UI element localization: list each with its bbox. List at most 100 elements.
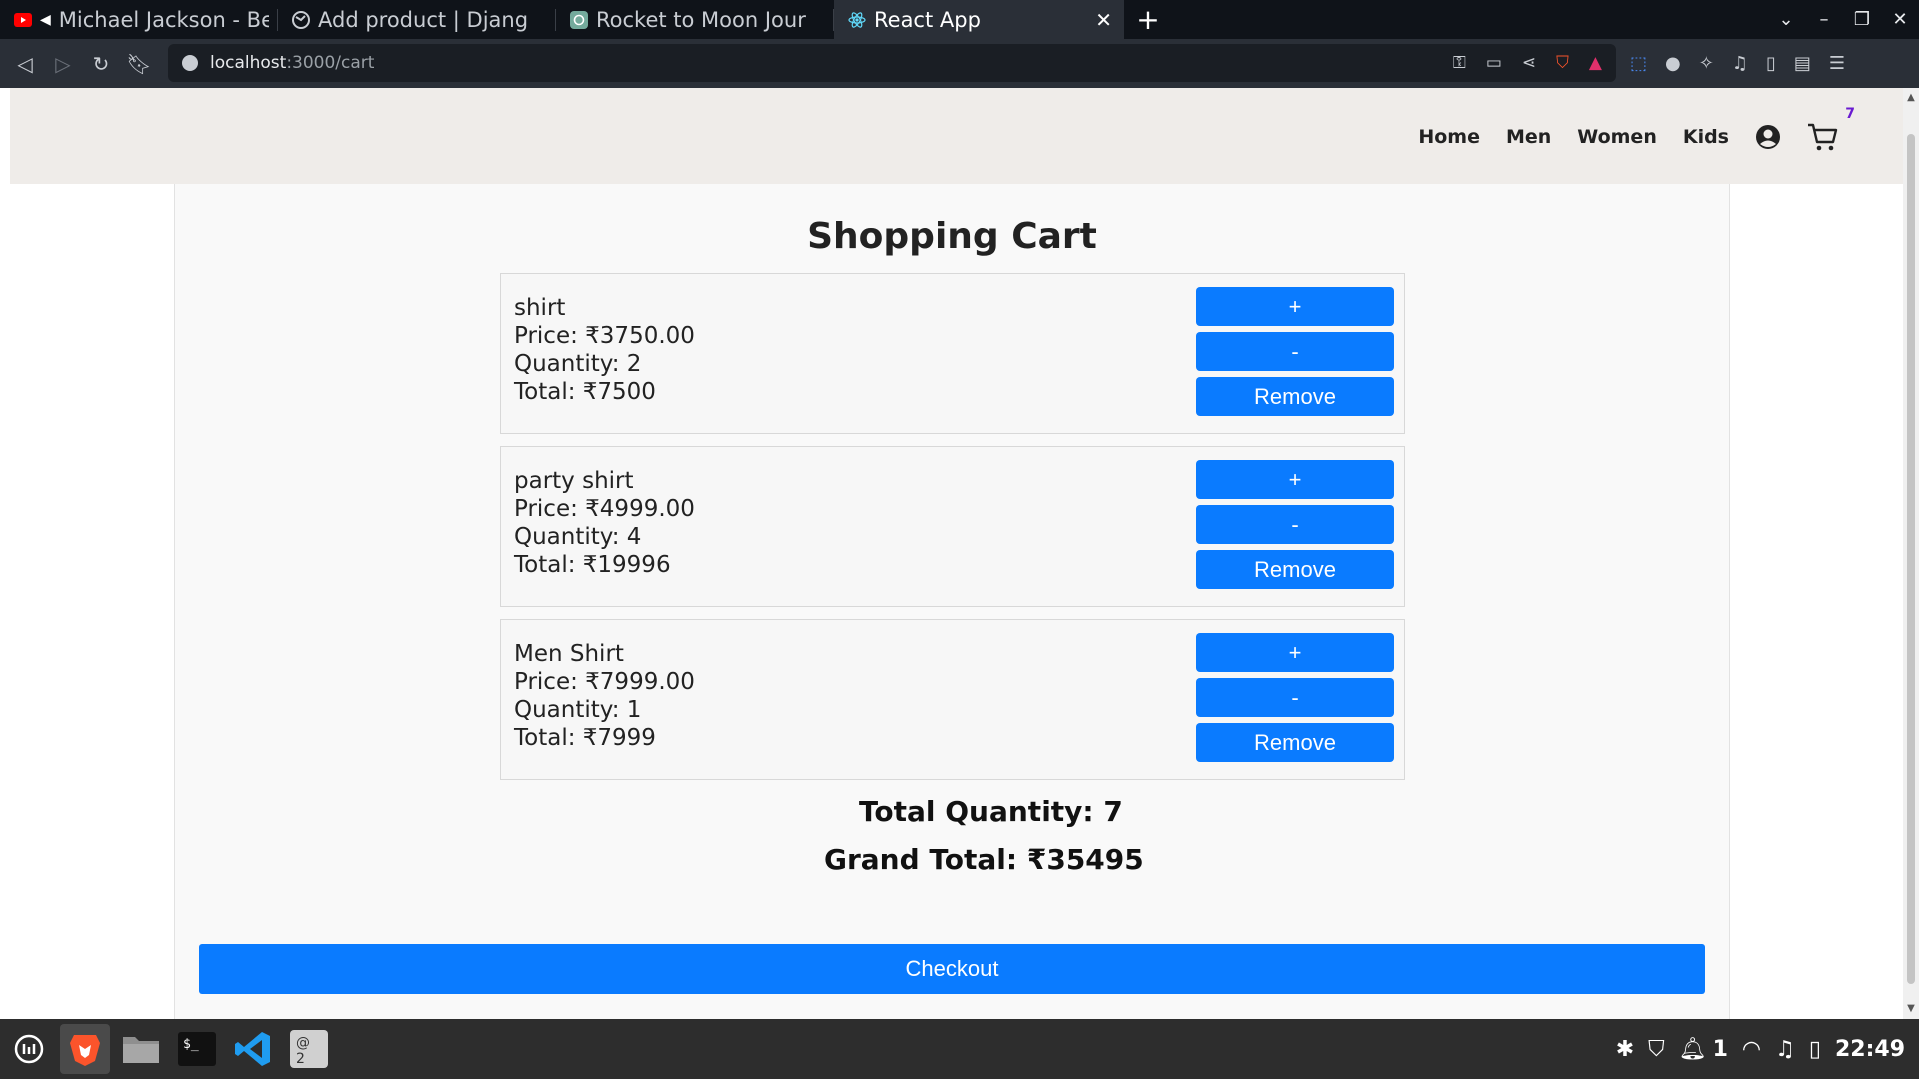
remove-item-button[interactable]: Remove xyxy=(1196,550,1394,589)
cart-count-badge: 7 xyxy=(1845,106,1855,122)
item-name: party shirt xyxy=(514,468,634,494)
extension-mouse-icon[interactable]: ● xyxy=(1665,53,1681,74)
key-icon[interactable]: ⚿ xyxy=(1453,53,1466,73)
scroll-up-icon[interactable]: ▲ xyxy=(1903,90,1919,106)
item-price: Price: ₹7999.00 xyxy=(514,669,695,695)
user-account-icon[interactable] xyxy=(1755,124,1781,150)
close-tab-icon[interactable]: ✕ xyxy=(1095,8,1112,32)
nav-women-link[interactable]: Women xyxy=(1577,126,1657,148)
item-total: Total: ₹19996 xyxy=(514,552,671,578)
window-controls: ⌄ – ❐ ✕ xyxy=(1767,0,1919,39)
decrease-quantity-button[interactable]: - xyxy=(1196,678,1394,717)
share-icon[interactable]: ⋖ xyxy=(1522,53,1536,73)
os-taskbar: $_ @2 ✱ ⛉ 🔔︎ 1 ◠ ♫ ▯ 22:49 xyxy=(0,1019,1919,1079)
clock[interactable]: 22:49 xyxy=(1835,1037,1905,1062)
file-manager-icon[interactable] xyxy=(116,1024,166,1074)
terminal-icon[interactable]: $_ xyxy=(172,1024,222,1074)
bookmark-icon[interactable]: 🔖︎ xyxy=(120,45,158,83)
nav-links: Home Men Women Kids 7 xyxy=(1418,106,1855,152)
cart-item: Men Shirt Price: ₹7999.00 Quantity: 1 To… xyxy=(500,619,1405,780)
nav-men-link[interactable]: Men xyxy=(1506,126,1551,148)
cart-content: Shopping Cart shirt Price: ₹3750.00 Quan… xyxy=(174,184,1730,1019)
close-window-icon[interactable]: ✕ xyxy=(1881,0,1919,39)
item-quantity: Quantity: 2 xyxy=(514,351,642,377)
decrease-quantity-button[interactable]: - xyxy=(1196,332,1394,371)
extensions-puzzle-icon[interactable]: ✧ xyxy=(1699,53,1714,74)
tab-michael-jackson[interactable]: ◀ Michael Jackson - Bea xyxy=(0,0,278,39)
shopping-cart-icon xyxy=(1808,123,1838,151)
url-text[interactable]: localhost:3000/cart xyxy=(210,53,374,73)
decrease-quantity-button[interactable]: - xyxy=(1196,505,1394,544)
restore-icon[interactable]: ❐ xyxy=(1843,0,1881,39)
address-bar[interactable]: localhost:3000/cart ⚿ ▭ ⋖ ⛉ ▲ xyxy=(168,44,1616,82)
notification-count: 1 xyxy=(1712,1036,1728,1062)
total-quantity: Total Quantity: 7 xyxy=(859,795,1123,828)
item-name: Men Shirt xyxy=(514,641,624,667)
increase-quantity-button[interactable]: + xyxy=(1196,633,1394,672)
item-actions: + - Remove xyxy=(1196,287,1394,416)
brave-browser-icon[interactable] xyxy=(60,1024,110,1074)
increase-quantity-button[interactable]: + xyxy=(1196,287,1394,326)
increase-quantity-button[interactable]: + xyxy=(1196,460,1394,499)
reload-icon[interactable]: ↻ xyxy=(82,45,120,83)
minimize-icon[interactable]: – xyxy=(1805,0,1843,39)
email-client-icon[interactable]: @2 xyxy=(284,1024,334,1074)
sidebar-icon[interactable]: ▯ xyxy=(1766,53,1776,74)
new-tab-button[interactable]: + xyxy=(1124,0,1172,39)
browser-toolbar: ◁ ▷ ↻ 🔖︎ localhost:3000/cart ⚿ ▭ ⋖ ⛉ ▲ ⬚… xyxy=(0,39,1919,88)
cart-item: party shirt Price: ₹4999.00 Quantity: 4 … xyxy=(500,446,1405,607)
svg-text:$_: $_ xyxy=(183,1037,199,1052)
wifi-icon[interactable]: ◠ xyxy=(1742,1037,1761,1062)
notifications-icon[interactable]: 🔔︎ 1 xyxy=(1679,1037,1728,1062)
brave-shield-icon[interactable]: ⛉ xyxy=(1556,53,1569,73)
page-scrollbar[interactable]: ▲ ▼ xyxy=(1903,88,1919,1019)
item-quantity: Quantity: 1 xyxy=(514,697,642,723)
item-price: Price: ₹4999.00 xyxy=(514,496,695,522)
nav-home-link[interactable]: Home xyxy=(1418,126,1480,148)
translate-icon[interactable]: ⬚ xyxy=(1630,53,1647,74)
tab-label: Michael Jackson - Bea xyxy=(58,7,269,32)
grand-total: Grand Total: ₹35495 xyxy=(824,843,1144,876)
tab-label: Add product | Django si xyxy=(318,7,528,32)
extension-icons: ⬚ ● ✧ ♫ ▯ ▤ ☰ xyxy=(1630,39,1845,88)
media-icon[interactable]: ♫ xyxy=(1732,53,1748,74)
web-page: Home Men Women Kids 7 Shopping Cart shir… xyxy=(10,88,1903,1019)
item-quantity: Quantity: 4 xyxy=(514,524,642,550)
item-total: Total: ₹7999 xyxy=(514,725,656,751)
wallet-icon[interactable]: ▤ xyxy=(1794,53,1811,74)
shield-icon[interactable]: ⛉ xyxy=(1648,1037,1665,1062)
scroll-down-icon[interactable]: ▼ xyxy=(1903,1001,1919,1017)
app-menu-icon[interactable] xyxy=(4,1024,54,1074)
site-info-icon[interactable] xyxy=(182,55,198,71)
cart-button[interactable]: 7 xyxy=(1807,106,1855,152)
tab-list-chevron-icon[interactable]: ⌄ xyxy=(1767,0,1805,39)
scrollbar-thumb[interactable] xyxy=(1907,134,1915,984)
cart-item-info: shirt Price: ₹3750.00 Quantity: 2 Total:… xyxy=(514,294,695,406)
nav-kids-link[interactable]: Kids xyxy=(1683,126,1729,148)
speaker-icon[interactable]: ◀ xyxy=(40,12,51,28)
item-price: Price: ₹3750.00 xyxy=(514,323,695,349)
tab-rocket-to-moon[interactable]: Rocket to Moon Journe xyxy=(556,0,834,39)
checkout-button[interactable]: Checkout xyxy=(199,944,1705,994)
remove-item-button[interactable]: Remove xyxy=(1196,377,1394,416)
remove-item-button[interactable]: Remove xyxy=(1196,723,1394,762)
battery-icon[interactable]: ▯ xyxy=(1809,1037,1821,1062)
cast-icon[interactable]: ▭ xyxy=(1486,53,1502,73)
music-icon[interactable]: ♫ xyxy=(1775,1037,1795,1062)
forward-icon[interactable]: ▷ xyxy=(44,45,82,83)
cart-item-list: shirt Price: ₹3750.00 Quantity: 2 Total:… xyxy=(500,273,1405,792)
address-bar-actions: ⚿ ▭ ⋖ ⛉ ▲ xyxy=(1453,44,1602,82)
item-actions: + - Remove xyxy=(1196,460,1394,589)
vscode-icon[interactable] xyxy=(228,1024,278,1074)
back-icon[interactable]: ◁ xyxy=(6,45,44,83)
site-navbar: Home Men Women Kids 7 xyxy=(10,88,1903,184)
menu-icon[interactable]: ☰ xyxy=(1829,53,1845,74)
tab-react-app[interactable]: React App ✕ xyxy=(834,0,1124,39)
brave-rewards-icon[interactable]: ▲ xyxy=(1589,53,1602,73)
cart-item: shirt Price: ₹3750.00 Quantity: 2 Total:… xyxy=(500,273,1405,434)
browser-tab-bar: ◀ Michael Jackson - Bea Add product | Dj… xyxy=(0,0,1919,39)
item-actions: + - Remove xyxy=(1196,633,1394,762)
openai-icon xyxy=(570,10,588,29)
tab-add-product[interactable]: Add product | Django si xyxy=(278,0,556,39)
bluetooth-icon[interactable]: ✱ xyxy=(1616,1037,1634,1062)
